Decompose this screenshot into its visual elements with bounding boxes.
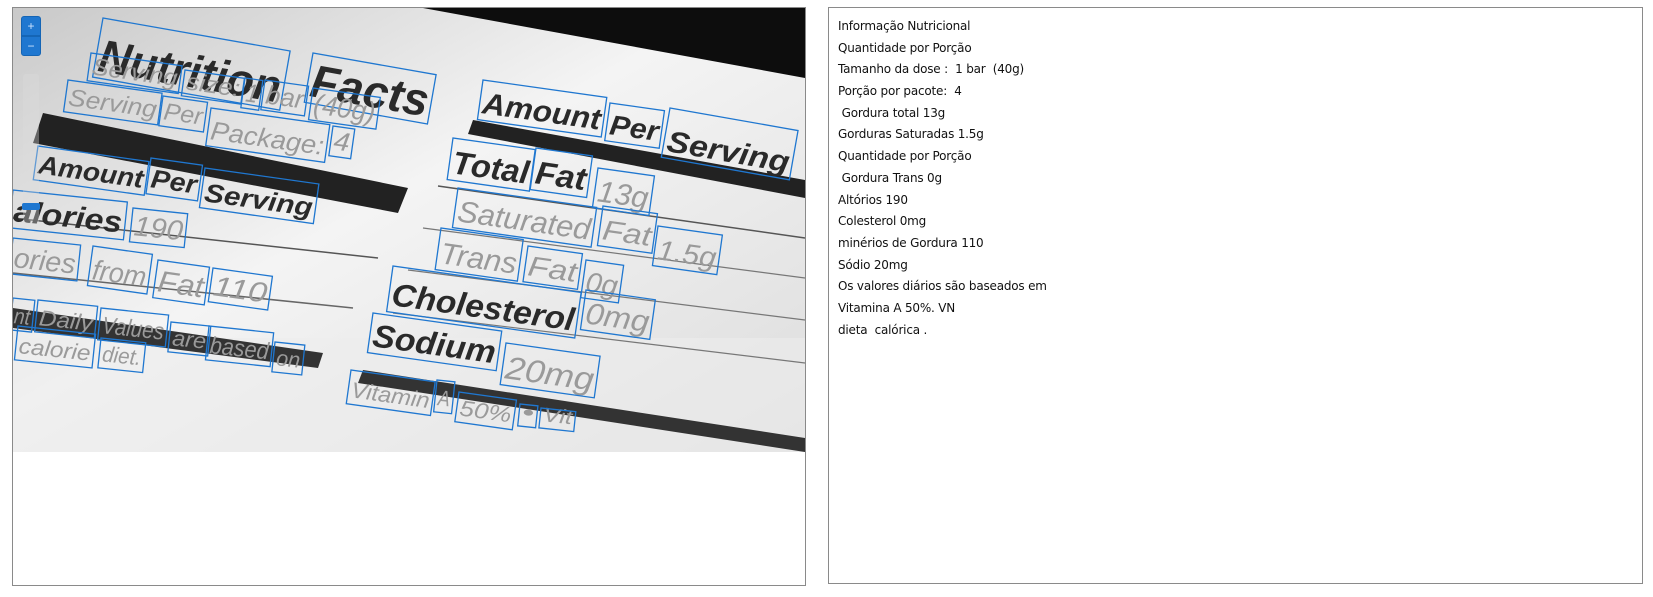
image-panel: Nutrition Facts Serving size: 1 bar (40g) Servi… [12,7,806,586]
ocr-line: Vitamina A 50%. VN [838,300,956,315]
ocr-line: minérios de Gordura 110 [838,235,984,250]
ocr-line: Quantidade por Porção [838,40,972,55]
zoom-slider[interactable] [22,74,40,224]
ocr-line: Gordura total 13g [838,105,946,120]
ocr-line: Gorduras Saturadas 1.5g [838,127,984,142]
photo-word: 190 [128,207,189,249]
ocr-line: Quantidade por Porção [838,149,972,164]
ocr-text-list: Informação Nutricional Quantidade por Por… [838,16,1628,341]
ocr-line: Porção por pacote: 4 [838,84,962,99]
photo-word-text: are [171,325,207,353]
ocr-line: Colesterol 0mg [838,214,927,229]
ocr-line: Informação Nutricional [838,19,971,33]
zoom-out-button[interactable]: − [21,36,41,56]
photo-word-text: 190 [133,210,185,246]
photo-word: Per [158,95,209,133]
photo-word-text: ories [13,242,77,279]
ocr-line: Sódio 20mg [838,257,908,272]
zoom-control: + − [21,16,43,224]
photo-word-text: 0g [584,266,620,301]
photo-word-text: on [275,345,301,372]
ocr-text-panel: Informação Nutricional Quantidade por Por… [828,7,1643,584]
photo-word-text: diet. [101,341,142,370]
image-viewport[interactable]: Nutrition Facts Serving size: 1 bar (40g) Servi… [13,8,805,452]
ocr-line: Tamanho da dose : 1 bar (40g) [838,62,1025,77]
ocr-line: Gordura Trans 0g [838,170,942,185]
ocr-line: dieta calórica . [838,322,928,337]
nutrition-label-photo: Nutrition FactsServing size: 1 bar (40g)Servi… [13,8,805,452]
ocr-line: Os valores diários são baseados em [838,279,1047,294]
photo-word: bar [260,79,310,117]
ocr-line: Altórios 190 [838,192,908,207]
zoom-slider-thumb[interactable] [22,202,40,210]
photo-word-text: Per [162,98,205,130]
zoom-in-button[interactable]: + [21,16,41,36]
